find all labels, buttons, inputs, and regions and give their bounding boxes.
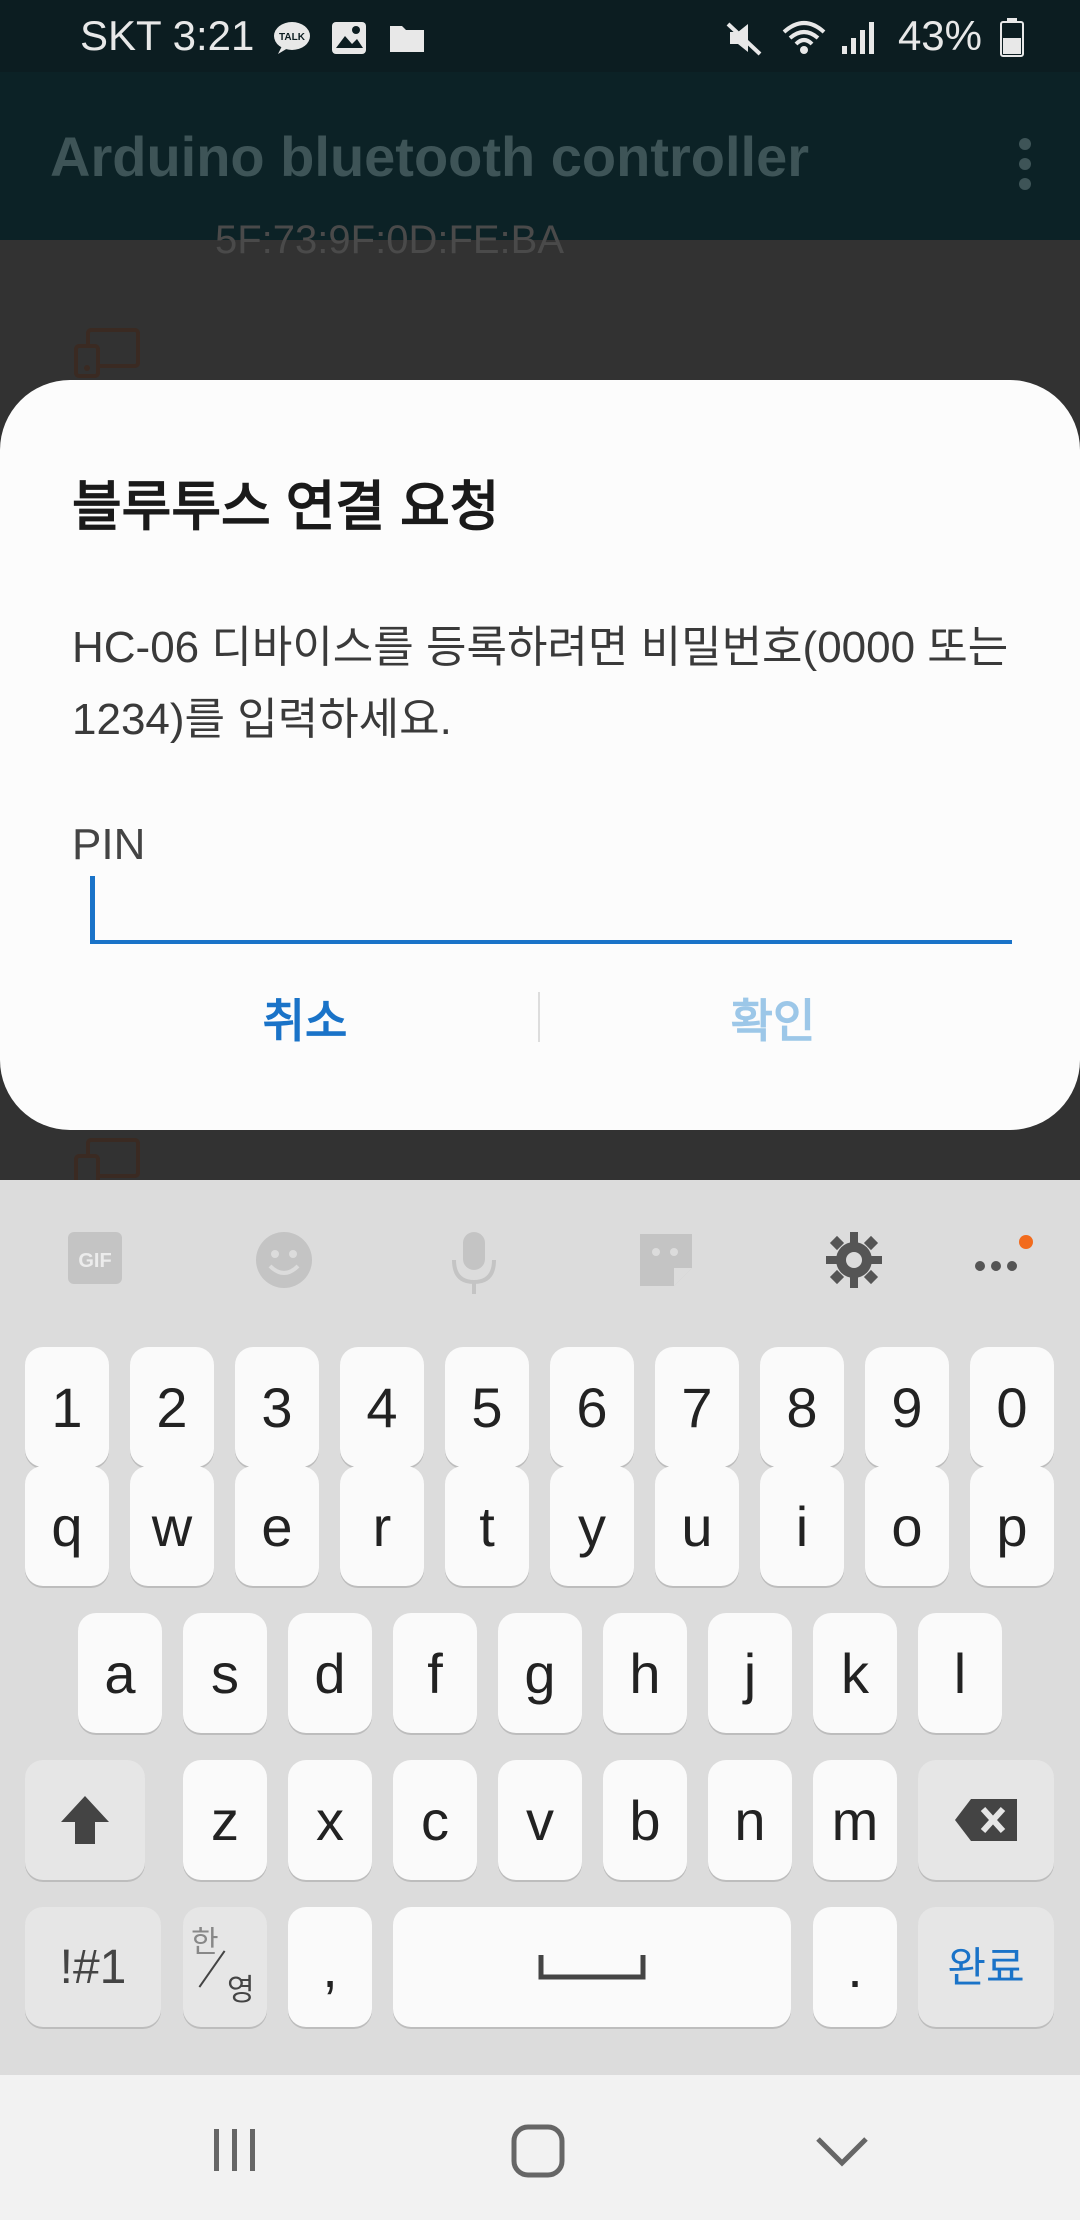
key-o[interactable]: o <box>865 1466 949 1586</box>
keyboard-toolbar: GIF <box>0 1180 1080 1340</box>
app-title: Arduino bluetooth controller <box>50 125 810 188</box>
key-7[interactable]: 7 <box>655 1347 739 1467</box>
key-u[interactable]: u <box>655 1466 739 1586</box>
key-l[interactable]: l <box>918 1613 1002 1733</box>
dialog-message: HC-06 디바이스를 등록하려면 비밀번호(0000 또는 1234)를 입력… <box>72 623 1009 744</box>
key-x[interactable]: x <box>288 1760 372 1880</box>
lang-korean-label: 한 <box>191 1926 219 1959</box>
back-icon[interactable] <box>814 2127 870 2177</box>
key-i[interactable]: i <box>760 1466 844 1586</box>
confirm-button[interactable]: 확인 <box>573 980 973 1060</box>
key-j[interactable]: j <box>708 1613 792 1733</box>
key-period[interactable]: . <box>813 1907 897 2027</box>
dialog-title: 블루투스 연결 요청 <box>72 477 500 537</box>
settings-icon[interactable] <box>824 1230 888 1294</box>
more-icon[interactable] <box>968 1230 1033 1294</box>
backspace-icon <box>955 1799 1017 1841</box>
key-6[interactable]: 6 <box>550 1347 634 1467</box>
key-5[interactable]: 5 <box>445 1347 529 1467</box>
key-b[interactable]: b <box>603 1760 687 1880</box>
key-h[interactable]: h <box>603 1613 687 1733</box>
key-v[interactable]: v <box>498 1760 582 1880</box>
button-divider <box>538 992 540 1042</box>
key-n[interactable]: n <box>708 1760 792 1880</box>
battery-percent: 43% <box>897 12 982 59</box>
emoji-icon[interactable] <box>254 1230 318 1294</box>
space-key[interactable] <box>393 1907 791 2027</box>
status-bar: SKT 3:21 TALK 43% <box>0 0 1080 72</box>
microphone-icon[interactable] <box>448 1230 512 1294</box>
key-c[interactable]: c <box>393 1760 477 1880</box>
carrier-time: SKT 3:21 <box>80 12 255 59</box>
key-s[interactable]: s <box>183 1613 267 1733</box>
svg-text:TALK: TALK <box>279 32 306 43</box>
device-icon <box>74 328 140 378</box>
key-1[interactable]: 1 <box>25 1347 109 1467</box>
keyboard: GIF 1 2 3 4 5 6 7 8 9 0 q w e r t y u i … <box>0 1180 1080 2075</box>
key-a[interactable]: a <box>78 1613 162 1733</box>
key-3[interactable]: 3 <box>235 1347 319 1467</box>
key-q[interactable]: q <box>25 1466 109 1586</box>
home-icon[interactable] <box>510 2123 566 2179</box>
folder-notification-icon <box>388 18 428 54</box>
key-2[interactable]: 2 <box>130 1347 214 1467</box>
battery-icon <box>1000 18 1024 57</box>
pin-label: PIN <box>72 820 146 869</box>
key-e[interactable]: e <box>235 1466 319 1586</box>
key-p[interactable]: p <box>970 1466 1054 1586</box>
lang-english-label: 영 <box>227 1974 255 2007</box>
done-key[interactable]: 완료 <box>918 1907 1054 2027</box>
gallery-notification-icon <box>330 18 370 54</box>
key-m[interactable]: m <box>813 1760 897 1880</box>
app-bar: Arduino bluetooth controller <box>0 72 1080 240</box>
shift-icon <box>61 1796 109 1844</box>
text-cursor <box>90 876 95 940</box>
language-switch-key[interactable]: 한 영 <box>183 1907 267 2027</box>
space-icon <box>538 1955 646 1980</box>
signal-icon <box>840 18 880 54</box>
overflow-menu-icon[interactable] <box>1010 130 1040 210</box>
key-y[interactable]: y <box>550 1466 634 1586</box>
key-0[interactable]: 0 <box>970 1347 1054 1467</box>
pin-input[interactable] <box>90 872 1012 944</box>
gif-label: GIF <box>78 1250 111 1272</box>
symbols-key[interactable]: !#1 <box>25 1907 161 2027</box>
key-d[interactable]: d <box>288 1613 372 1733</box>
key-k[interactable]: k <box>813 1613 897 1733</box>
key-9[interactable]: 9 <box>865 1347 949 1467</box>
shift-key[interactable] <box>25 1760 145 1880</box>
cancel-button[interactable]: 취소 <box>105 980 505 1060</box>
key-4[interactable]: 4 <box>340 1347 424 1467</box>
key-w[interactable]: w <box>130 1466 214 1586</box>
talk-notification-icon: TALK <box>272 18 312 54</box>
key-t[interactable]: t <box>445 1466 529 1586</box>
bluetooth-pairing-dialog: 블루투스 연결 요청 HC-06 디바이스를 등록하려면 비밀번호(0000 또… <box>0 380 1080 1130</box>
key-f[interactable]: f <box>393 1613 477 1733</box>
backspace-key[interactable] <box>918 1760 1054 1880</box>
key-z[interactable]: z <box>183 1760 267 1880</box>
device-mac-address: 5F:73:9F:0D:FE:BA <box>215 218 565 262</box>
key-comma[interactable]: , <box>288 1907 372 2027</box>
key-r[interactable]: r <box>340 1466 424 1586</box>
gif-icon[interactable]: GIF <box>66 1230 130 1294</box>
navigation-bar <box>0 2075 1080 2220</box>
wifi-icon <box>782 18 826 54</box>
recent-apps-icon[interactable] <box>210 2125 260 2175</box>
key-g[interactable]: g <box>498 1613 582 1733</box>
sticker-icon[interactable] <box>636 1230 700 1294</box>
mute-icon <box>724 18 764 56</box>
key-8[interactable]: 8 <box>760 1347 844 1467</box>
